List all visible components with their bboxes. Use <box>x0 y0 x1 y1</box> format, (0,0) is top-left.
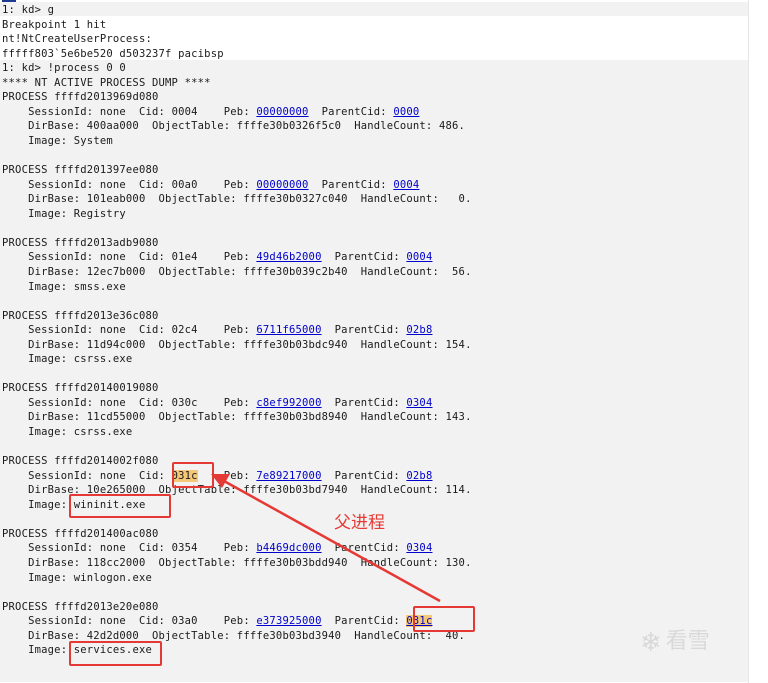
watermark-text: 看雪 <box>665 629 710 654</box>
kanxue-watermark: ❄ 看雪 <box>640 623 710 658</box>
parent-process-arrow <box>211 474 441 603</box>
parent-process-annotation-label: 父进程 <box>334 513 385 533</box>
snowflake-icon: ❄ <box>640 628 662 658</box>
